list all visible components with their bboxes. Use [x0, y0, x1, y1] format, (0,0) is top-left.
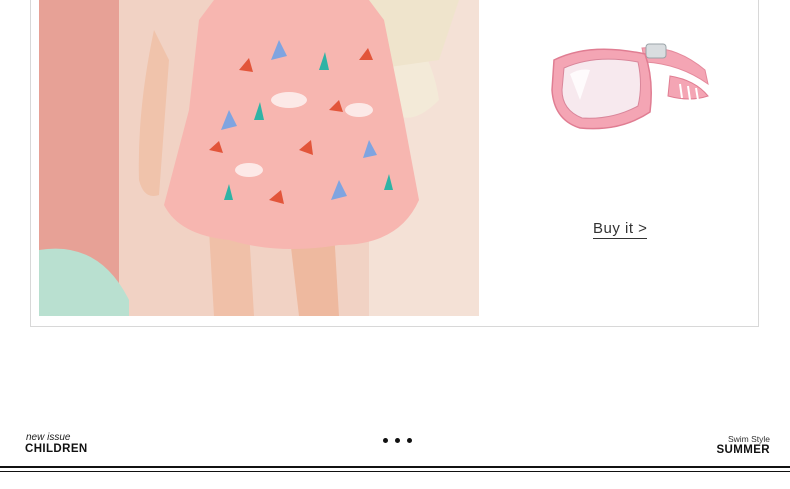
- pink-swim-goggles-icon[interactable]: [550, 40, 712, 132]
- new-issue-label: new issue: [26, 432, 71, 443]
- children-label: CHILDREN: [25, 443, 88, 455]
- swim-style-label: Swim Style: [727, 434, 770, 444]
- product-photo[interactable]: [39, 0, 479, 316]
- buy-it-link[interactable]: Buy it >: [593, 220, 648, 239]
- footer-divider-thick: [0, 466, 790, 468]
- footer-left-brand: new issue CHILDREN: [25, 432, 88, 456]
- dot-icon: [395, 438, 400, 443]
- summer-label: SUMMER: [716, 444, 770, 456]
- footer-divider-thin: [0, 471, 790, 472]
- footer-right-brand: Swim Style SUMMER: [716, 434, 770, 457]
- girl-floral-skirt-photo: [39, 0, 479, 316]
- dot-icon: [407, 438, 412, 443]
- more-dots-icon: [383, 438, 412, 443]
- dot-icon: [383, 438, 388, 443]
